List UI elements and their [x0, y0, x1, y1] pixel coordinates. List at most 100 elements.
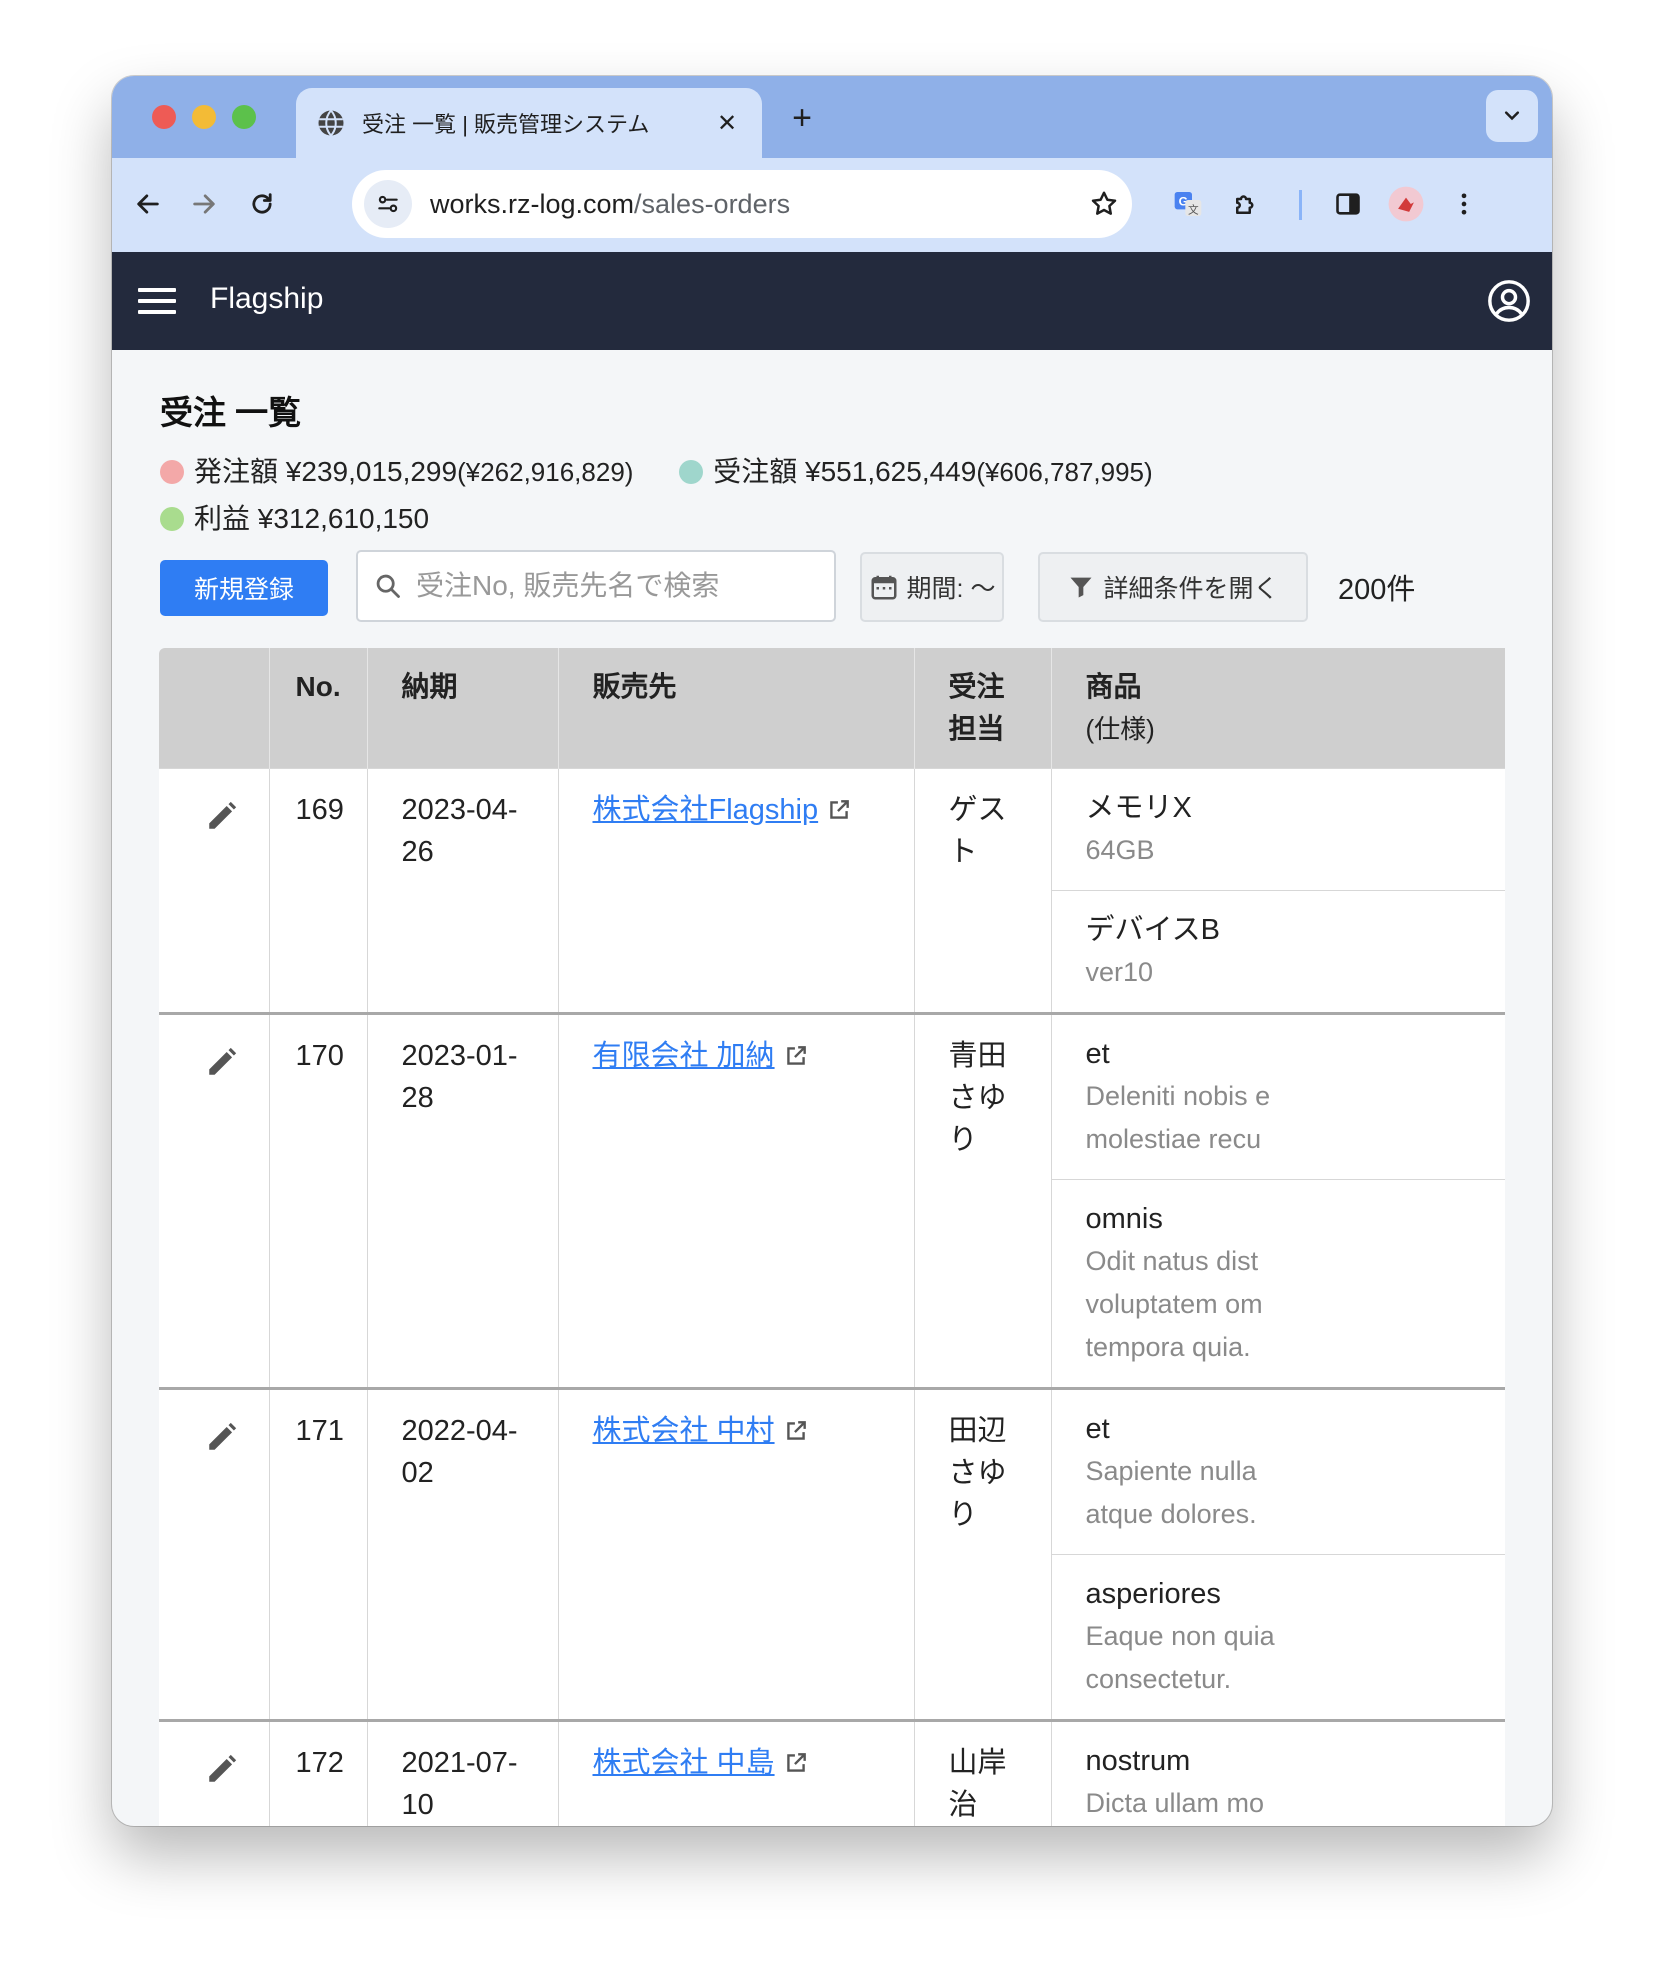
window-zoom-button[interactable] [232, 105, 256, 129]
extensions-puzzle-icon[interactable] [1222, 180, 1270, 228]
order-amount-summary: 発注額 ¥239,015,299 (¥262,916,829) [160, 450, 633, 494]
url-path: /sales-orders [634, 188, 791, 219]
order-amount-value: ¥239,015,299 [285, 456, 458, 487]
amount-summary: 発注額 ¥239,015,299 (¥262,916,829) 受注額 ¥551,… [160, 450, 1460, 544]
product-item: asperiores Eaque non quia consectetur. [1052, 1555, 1506, 1719]
pencil-edit-icon[interactable] [205, 1752, 239, 1786]
window-minimize-button[interactable] [192, 105, 216, 129]
browser-tab[interactable]: 受注 一覧 | 販売管理システム ✕ [296, 88, 762, 158]
chevron-down-icon [1504, 111, 1520, 121]
product-item: et Sapiente nulla atque dolores. [1051, 1392, 1505, 1555]
product-spec: atque dolores. [1085, 1499, 1257, 1529]
table-row: 171 2022-04-02 株式会社 中村 田辺 さゆり et Sapient… [159, 1387, 1506, 1721]
order-amount-sub: (¥262,916,829) [457, 457, 634, 487]
forward-button[interactable] [180, 180, 228, 228]
page-title: 受注 一覧 [160, 394, 302, 431]
tab-search-button[interactable] [1486, 90, 1538, 142]
search-box[interactable] [356, 550, 836, 622]
header-product-label: 商品 [1085, 671, 1142, 702]
browser-toolbar: works.rz-log.com/sales-orders G文 [112, 158, 1552, 252]
window-close-button[interactable] [152, 105, 176, 129]
product-cell: et Deleniti nobis e molestiae recu omnis… [1051, 1012, 1505, 1389]
customer-link[interactable]: 株式会社 中島 [593, 1742, 809, 1784]
header-customer[interactable]: 販売先 [558, 648, 915, 769]
site-settings-icon[interactable] [364, 180, 412, 228]
customer-cell: 有限会社 加納 [558, 1012, 915, 1389]
product-spec: Dicta ullam mo [1085, 1788, 1265, 1818]
staff: 青田 さゆり [914, 1012, 1052, 1389]
header-no[interactable]: No. [269, 648, 368, 769]
sales-amount-dot [679, 460, 704, 484]
advanced-filter-button[interactable]: 詳細条件を開く [1038, 552, 1308, 622]
tab-close-icon[interactable]: ✕ [712, 109, 742, 138]
pencil-edit-icon[interactable] [205, 1045, 239, 1079]
edit-cell [159, 1719, 270, 1826]
url-domain: works.rz-log.com [430, 188, 635, 219]
customer-cell: 株式会社 中島 [558, 1719, 915, 1826]
product-spec: 64GB [1085, 835, 1155, 865]
side-panel-icon[interactable] [1324, 180, 1372, 228]
customer-name: 株式会社 中島 [592, 1747, 775, 1779]
profile-avatar-icon[interactable] [1382, 180, 1430, 228]
edit-cell [159, 1387, 270, 1721]
main-content: 受注 一覧 発注額 ¥239,015,299 (¥262,916,829) 受注額… [112, 350, 1552, 1826]
customer-link[interactable]: 株式会社Flagship [593, 789, 853, 831]
address-bar[interactable]: works.rz-log.com/sales-orders [352, 170, 1132, 238]
search-input[interactable] [416, 570, 806, 602]
filter-funnel-icon [1070, 577, 1092, 598]
due-date: 2021-07-10 [367, 1719, 559, 1826]
sales-orders-table: No. 納期 販売先 受注担当 商品 (仕様) 169 2023-04-26 株式… [159, 648, 1505, 1826]
globe-icon [318, 109, 344, 137]
order-no: 171 [269, 1387, 368, 1721]
customer-cell: 株式会社Flagship [558, 768, 915, 1014]
profit-dot [160, 507, 184, 531]
tab-strip: 受注 一覧 | 販売管理システム ✕ + [112, 76, 1552, 158]
header-product[interactable]: 商品 (仕様) [1051, 648, 1505, 769]
app-brand[interactable]: Flagship [210, 282, 323, 316]
bookmark-star-icon[interactable] [1076, 189, 1132, 219]
new-order-button[interactable]: 新規登録 [160, 560, 328, 616]
edit-cell [159, 1012, 270, 1389]
customer-name: 株式会社 中村 [592, 1415, 775, 1447]
product-spec: voluptatem om [1085, 1289, 1263, 1319]
product-spec: Odit natus dist [1085, 1246, 1259, 1276]
order-no: 172 [269, 1719, 368, 1826]
browser-window: 受注 一覧 | 販売管理システム ✕ + works.rz-log.com/sa… [112, 76, 1552, 1826]
sales-amount-value: ¥551,625,449 [805, 456, 977, 487]
tab-title: 受注 一覧 | 販売管理システム [362, 112, 650, 137]
app-header: Flagship [112, 252, 1552, 350]
customer-link[interactable]: 株式会社 中村 [593, 1410, 809, 1452]
translate-extension-icon[interactable]: G文 [1164, 180, 1212, 228]
back-button[interactable] [124, 180, 172, 228]
advanced-filter-label: 詳細条件を開く [1103, 575, 1279, 603]
product-item: et Deleniti nobis e molestiae recu [1051, 1017, 1505, 1180]
product-spec: Deleniti nobis e [1085, 1081, 1271, 1111]
customer-link[interactable]: 有限会社 加納 [593, 1035, 809, 1077]
reload-button[interactable] [238, 180, 286, 228]
customer-cell: 株式会社 中村 [558, 1387, 915, 1721]
order-no: 169 [269, 768, 368, 1014]
pencil-edit-icon[interactable] [205, 799, 239, 833]
product-cell: et Sapiente nulla atque dolores. asperio… [1051, 1387, 1506, 1721]
product-item: デバイスB ver10 [1052, 891, 1506, 1012]
product-spec: Sapiente nulla [1085, 1456, 1257, 1486]
product-item: メモリX 64GB [1051, 770, 1505, 891]
table-row: 169 2023-04-26 株式会社Flagship ゲスト メモリX 64G… [159, 768, 1506, 1014]
period-filter-button[interactable]: 期間: 〜 [860, 552, 1004, 622]
arrow-right-icon [193, 194, 215, 214]
result-count: 200件 [1338, 574, 1416, 606]
pencil-edit-icon[interactable] [205, 1420, 239, 1454]
product-cell: nostrum Dicta ullam mo [1051, 1719, 1505, 1826]
new-tab-button[interactable]: + [784, 100, 820, 136]
account-circle-icon[interactable] [1486, 278, 1532, 324]
order-no: 170 [269, 1012, 368, 1389]
browser-menu-icon[interactable] [1440, 180, 1488, 228]
customer-name: 有限会社 加納 [592, 1040, 775, 1072]
due-date: 2023-04-26 [367, 768, 559, 1014]
hamburger-menu-icon[interactable] [138, 282, 178, 320]
header-staff[interactable]: 受注担当 [914, 648, 1052, 769]
header-due-date[interactable]: 納期 [367, 648, 559, 769]
external-link-icon [830, 800, 849, 819]
header-edit [159, 648, 270, 769]
product-name: omnis [1085, 1203, 1163, 1235]
